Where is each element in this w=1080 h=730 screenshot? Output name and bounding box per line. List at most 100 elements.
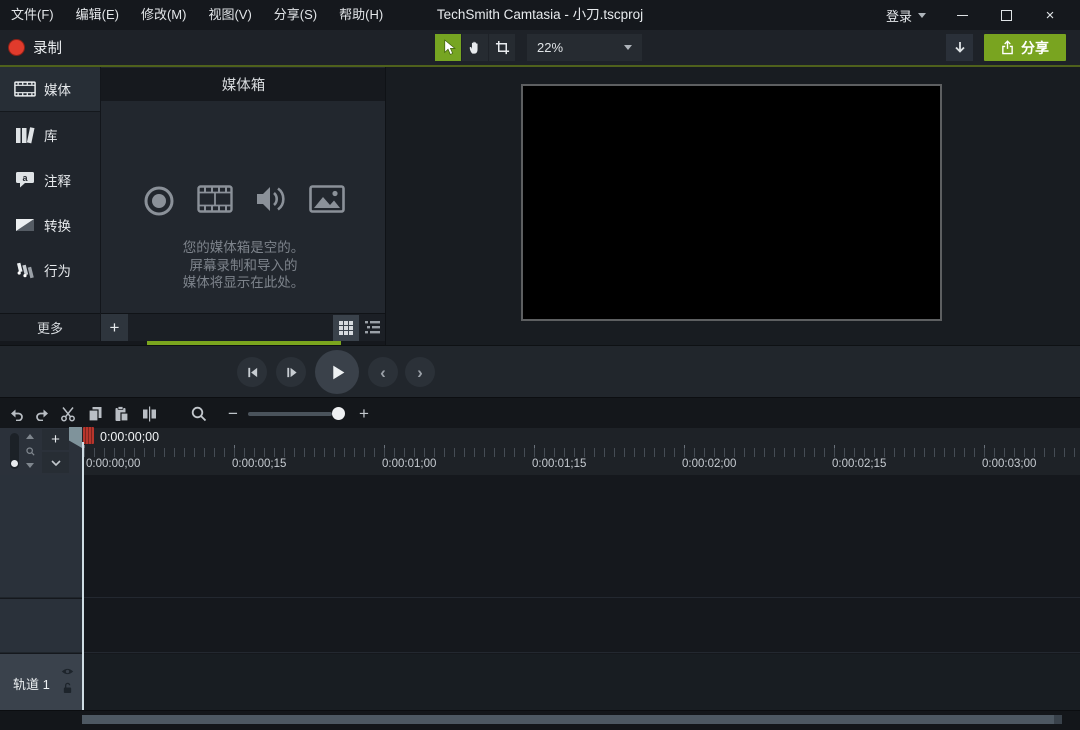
media-bin-panel: 媒体箱: [100, 67, 385, 313]
media-bin-empty-text: 您的媒体箱是空的。 屏幕录制和导入的 媒体将显示在此处。: [101, 239, 386, 292]
track-lane-empty[interactable]: [82, 599, 1080, 653]
sidebar-more-button[interactable]: 更多: [0, 313, 100, 341]
sidebar-item-annotations[interactable]: a 注释: [0, 157, 100, 202]
add-tab-button[interactable]: +: [101, 313, 128, 341]
timeline-tracks: 轨道 1: [0, 475, 1080, 710]
menu-edit[interactable]: 编辑(E): [65, 0, 130, 30]
media-bin-empty-icons: [101, 185, 386, 217]
paste-button[interactable]: [110, 403, 132, 425]
paste-icon: [114, 406, 129, 422]
timeline-zoom-thumb[interactable]: [332, 407, 345, 420]
sidebar-item-library[interactable]: 库: [0, 112, 100, 157]
recording-icon: [143, 185, 175, 217]
playhead-line[interactable]: [82, 442, 84, 710]
menu-modify[interactable]: 修改(M): [130, 0, 198, 30]
behaviors-icon: [13, 260, 37, 280]
track-height-slider[interactable]: [10, 433, 19, 469]
menu-share[interactable]: 分享(S): [263, 0, 328, 30]
minimize-button[interactable]: [940, 0, 984, 30]
timeline-zoom-out-button[interactable]: −: [222, 403, 244, 425]
share-label: 分享: [1021, 38, 1049, 58]
empty-text-line: 您的媒体箱是空的。: [101, 239, 386, 257]
jump-back-button[interactable]: ‹: [368, 357, 398, 387]
canvas-zoom-dropdown[interactable]: 22%: [527, 34, 642, 61]
chevron-right-icon: ›: [417, 364, 423, 381]
list-view-button[interactable]: [359, 315, 385, 341]
ruler-label: 0:00:02;00: [682, 458, 736, 470]
list-view-icon: [365, 321, 380, 334]
close-button[interactable]: ×: [1028, 0, 1072, 30]
ruler-label: 0:00:00;15: [232, 458, 286, 470]
canvas-zoom-value: 22%: [537, 40, 563, 55]
track-visibility-icon[interactable]: [61, 667, 74, 676]
undo-button[interactable]: [6, 403, 28, 425]
pan-tool-button[interactable]: [462, 34, 488, 61]
crop-icon: [495, 40, 510, 55]
track-options-button[interactable]: [42, 452, 69, 473]
split-button[interactable]: [138, 403, 160, 425]
undo-icon: [9, 407, 25, 421]
menu-bar: 文件(F) 编辑(E) 修改(M) 视图(V) 分享(S) 帮助(H) Tech…: [0, 0, 1080, 30]
timeline-scrollbar-cap: [1054, 715, 1062, 724]
cut-button[interactable]: [57, 403, 79, 425]
copy-button[interactable]: [84, 403, 106, 425]
sidebar-item-label: 注释: [44, 170, 71, 190]
track-lock-icon[interactable]: [62, 682, 73, 694]
sidebar-item-label: 媒体: [44, 79, 71, 99]
share-button[interactable]: 分享: [984, 34, 1066, 61]
main-toolbar: 录制 22%: [0, 30, 1080, 65]
timeline-zoom-button[interactable]: [188, 403, 210, 425]
grid-view-button[interactable]: [333, 315, 359, 341]
login-menu[interactable]: 登录: [872, 6, 940, 25]
preview-stage[interactable]: [521, 84, 942, 321]
menu-view[interactable]: 视图(V): [197, 0, 262, 30]
jump-forward-button[interactable]: ›: [405, 357, 435, 387]
track-lane-empty[interactable]: [82, 475, 1080, 598]
timeline-ruler[interactable]: 0:00:00;00 0:00:00;15 0:00:01;00 0:00:01…: [82, 428, 1080, 475]
sidebar-item-behaviors[interactable]: 行为: [0, 247, 100, 292]
playhead-time: 0:00:00;00: [100, 430, 159, 444]
maximize-icon: [1001, 10, 1012, 21]
add-track-button[interactable]: +: [42, 429, 69, 450]
timeline-scrollbar-thumb[interactable]: [82, 715, 1054, 724]
track-height-thumb[interactable]: [11, 460, 18, 467]
magnifier-icon: [191, 406, 207, 422]
timeline-scrollbar-track[interactable]: [0, 710, 1080, 730]
ruler-label: 0:00:00;00: [86, 458, 140, 470]
track1-header[interactable]: 轨道 1: [0, 654, 82, 710]
hand-icon: [468, 40, 482, 55]
timeline-zoom-slider[interactable]: [248, 412, 332, 416]
step-forward-button[interactable]: [276, 357, 306, 387]
play-icon: [328, 363, 347, 382]
timeline-zoom-in-button[interactable]: +: [353, 403, 375, 425]
menu-file[interactable]: 文件(F): [0, 0, 65, 30]
download-button[interactable]: [946, 34, 973, 61]
play-button[interactable]: [315, 350, 359, 394]
maximize-button[interactable]: [984, 0, 1028, 30]
plus-icon: +: [110, 318, 120, 338]
track-height-zoom-widget[interactable]: [24, 434, 36, 468]
arrow-up-icon: [26, 434, 34, 439]
sidebar-item-transitions[interactable]: 转换: [0, 202, 100, 247]
record-button[interactable]: 录制: [8, 30, 62, 65]
media-bin-tab[interactable]: 媒体箱: [101, 68, 386, 101]
track1-label: 轨道 1: [13, 674, 50, 693]
record-label: 录制: [33, 37, 62, 58]
ruler-minor-ticks: [84, 448, 1080, 457]
redo-button[interactable]: [31, 403, 53, 425]
track1-lane[interactable]: [82, 654, 1080, 710]
library-icon: [13, 125, 37, 145]
ruler-label: 0:00:01;00: [382, 458, 436, 470]
annotation-icon: a: [13, 170, 37, 190]
cursor-tool-button[interactable]: [435, 34, 461, 61]
empty-text-line: 媒体将显示在此处。: [101, 274, 386, 292]
previous-frame-button[interactable]: [237, 357, 267, 387]
menu-help[interactable]: 帮助(H): [328, 0, 394, 30]
sidebar-item-media[interactable]: 媒体: [0, 67, 100, 112]
step-forward-icon: [285, 366, 298, 379]
window-title: TechSmith Camtasia - 小刀.tscproj: [437, 0, 643, 30]
transition-icon: [13, 215, 37, 235]
crop-tool-button[interactable]: [489, 34, 515, 61]
playhead-trim-handle[interactable]: [83, 427, 94, 444]
download-icon: [954, 41, 966, 55]
